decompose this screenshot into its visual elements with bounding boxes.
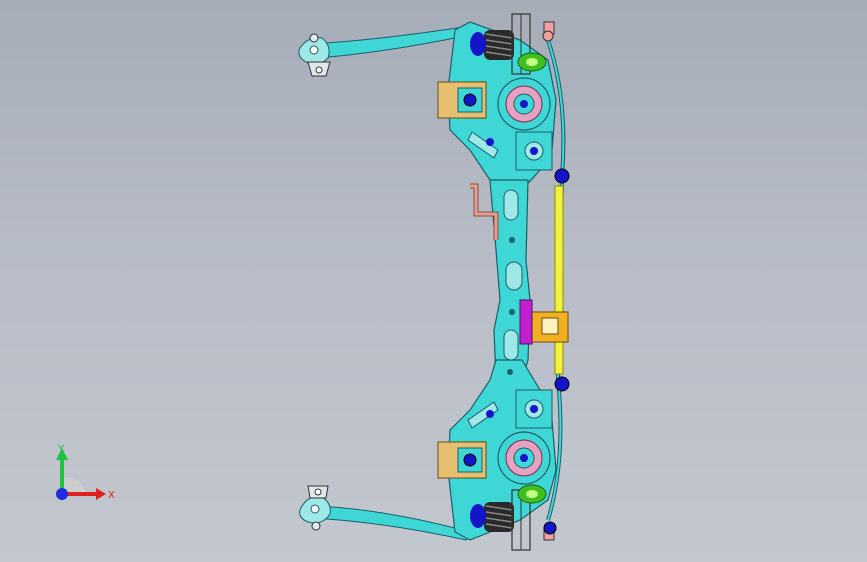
cad-viewport[interactable]: Y X bbox=[0, 0, 867, 562]
lower-side-block[interactable] bbox=[515, 389, 553, 429]
actuator-block[interactable] bbox=[519, 299, 533, 345]
lower-green-component[interactable] bbox=[517, 484, 547, 504]
stabilizer-bushing-lower[interactable] bbox=[554, 376, 570, 392]
upper-control-arm[interactable] bbox=[298, 25, 475, 77]
x-axis-arrowhead bbox=[96, 488, 106, 500]
end-bushing-bottom[interactable] bbox=[543, 521, 557, 535]
lower-control-arm[interactable] bbox=[299, 485, 471, 541]
y-axis-label: Y bbox=[57, 444, 65, 455]
upper-mount-bracket[interactable] bbox=[437, 81, 487, 119]
lower-hub-assembly[interactable] bbox=[497, 431, 551, 485]
upper-side-block[interactable] bbox=[515, 131, 553, 171]
lower-mount-bracket[interactable] bbox=[437, 441, 487, 479]
lower-coil-spring[interactable] bbox=[470, 502, 514, 532]
z-axis-origin bbox=[56, 488, 68, 500]
upper-green-component[interactable] bbox=[517, 52, 547, 72]
center-mount[interactable] bbox=[531, 311, 569, 343]
suspension-subframe-model[interactable] bbox=[0, 0, 867, 562]
upper-hub-assembly[interactable] bbox=[497, 77, 551, 131]
stabilizer-bushing-upper[interactable] bbox=[554, 168, 570, 184]
end-bushing-top[interactable] bbox=[542, 30, 554, 42]
upper-coil-spring[interactable] bbox=[470, 30, 514, 60]
x-axis-label: X bbox=[108, 490, 115, 501]
coordinate-triad: Y X bbox=[56, 444, 115, 501]
